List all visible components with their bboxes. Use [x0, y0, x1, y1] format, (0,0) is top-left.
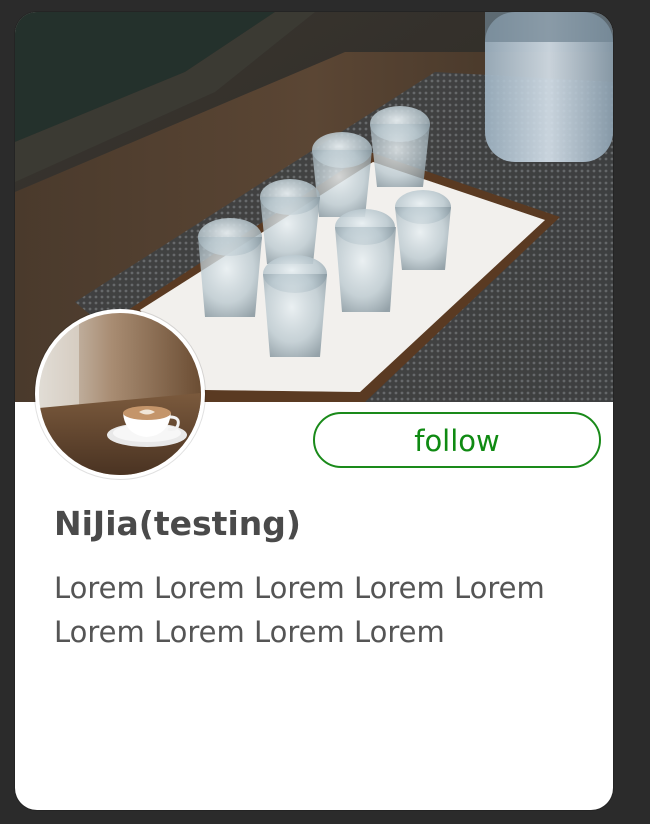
avatar-image [39, 313, 201, 475]
profile-name: NiJia(testing) [54, 504, 301, 543]
follow-button[interactable]: follow [313, 412, 601, 468]
avatar[interactable] [35, 309, 205, 479]
profile-bio: Lorem Lorem Lorem Lorem Lorem Lorem Lore… [54, 571, 545, 649]
profile-card: follow NiJia(testing) Lorem Lorem Lorem … [15, 12, 613, 810]
